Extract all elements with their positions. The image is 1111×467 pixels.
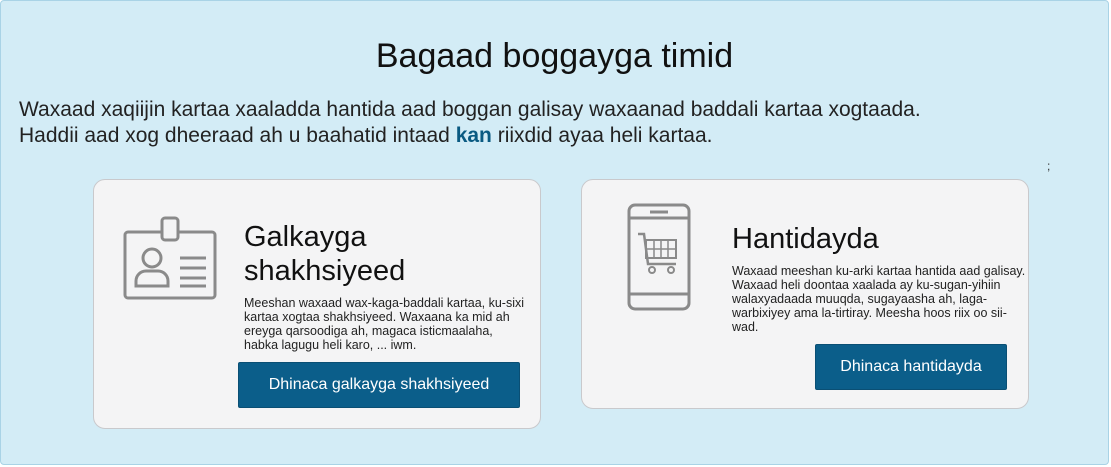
intro-line-2-end: riixdid ayaa heli kartaa. <box>491 124 713 147</box>
personal-profile-card: Galkayga shakhsiyeed Meeshan waxaad wax-… <box>93 179 541 429</box>
intro-line-1: Waxaad xaqiijin kartaa xaaladda hantida … <box>19 98 921 121</box>
intro-line-2-start: Haddii aad xog dheeraad ah u baahatid in… <box>19 124 456 147</box>
card-description: Waxaad meeshan ku-arki kartaa hantida aa… <box>732 264 1026 334</box>
more-info-link[interactable]: kan <box>456 124 492 147</box>
card-title: Hantidayda <box>732 223 879 255</box>
card-title: Galkayga shakhsiyeed <box>244 221 406 287</box>
my-assets-button[interactable]: Dhinaca hantidayda <box>815 344 1007 390</box>
page-title: Bagaad boggayga timid <box>375 37 734 75</box>
intro-text: Waxaad xaqiijin kartaa xaaladda hantida … <box>19 97 1094 149</box>
my-assets-card: Hantidayda Waxaad meeshan ku-arki kartaa… <box>581 179 1029 409</box>
stray-mark: ; <box>1047 159 1051 173</box>
personal-profile-button[interactable]: Dhinaca galkayga shakhsiyeed <box>238 362 520 408</box>
id-badge-icon <box>122 216 218 302</box>
card-description: Meeshan waxaad wax-kaga-baddali kartaa, … <box>244 296 525 352</box>
mobile-cart-icon <box>626 202 692 312</box>
info-panel: Bagaad boggayga timid Waxaad xaqiijin ka… <box>0 0 1109 465</box>
